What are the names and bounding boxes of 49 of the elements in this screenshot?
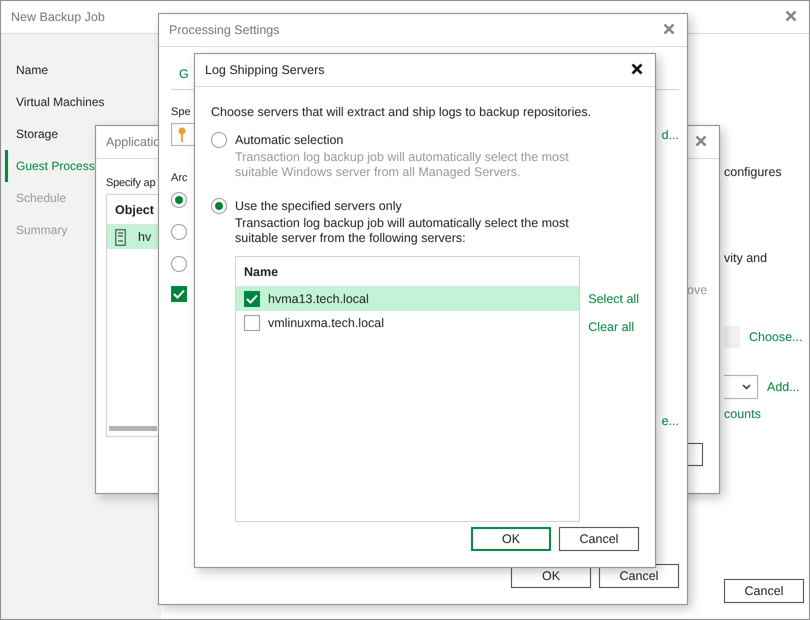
option-description: Transaction log backup job will automatically select the most suitable Windows server from all Managed Servers. [235, 150, 570, 180]
field-label: Spe [171, 106, 191, 118]
scrollbar[interactable] [109, 426, 157, 431]
cancel-button[interactable]: Cancel [724, 579, 804, 603]
close-icon [631, 63, 643, 75]
close-icon [695, 135, 707, 147]
radio-button[interactable] [171, 192, 187, 208]
description-text: vity and [724, 251, 768, 265]
radio-option[interactable]: Automatic selection [211, 132, 639, 148]
checkmark-icon [246, 294, 258, 304]
window-title: Applicatio [106, 135, 160, 149]
section-label: Arc [171, 172, 188, 184]
dropdown[interactable] [724, 375, 758, 399]
radio-button[interactable] [171, 224, 187, 240]
checkbox[interactable] [244, 291, 260, 307]
clear-all-link[interactable]: Clear all [588, 320, 639, 334]
instruction-text: Specify ap [106, 177, 156, 189]
close-button[interactable] [631, 63, 645, 77]
text-field[interactable] [724, 326, 740, 348]
wizard-step[interactable]: Virtual Machines [5, 86, 106, 118]
add-link[interactable]: Add... [767, 380, 800, 394]
accounts-link[interactable]: counts [724, 407, 761, 421]
server-icon [115, 228, 126, 246]
hint-text: ove [687, 283, 708, 297]
dialog-title: Log Shipping Servers [205, 63, 325, 77]
instruction-text: Choose servers that will extract and ship logs to backup repositories. [211, 105, 592, 119]
radio-button[interactable] [211, 132, 227, 148]
tab[interactable]: G [179, 67, 189, 89]
description-text: configures [724, 165, 782, 179]
key-icon [178, 126, 186, 142]
choose-link[interactable]: Choose... [749, 330, 803, 344]
cancel-button[interactable]: Cancel [559, 527, 639, 551]
select-all-link[interactable]: Select all [588, 292, 639, 306]
window-title: Processing Settings [169, 23, 280, 37]
ok-button[interactable]: OK [471, 527, 551, 551]
checkbox[interactable] [171, 286, 187, 302]
radio-button[interactable] [211, 198, 227, 214]
radio-button[interactable] [171, 256, 187, 272]
close-icon [785, 10, 797, 22]
checkmark-icon [173, 289, 185, 299]
add-link[interactable]: d... [662, 128, 679, 142]
server-row[interactable]: hvma13.tech.local [236, 287, 580, 311]
link[interactable]: e... [662, 414, 679, 428]
checkbox[interactable] [244, 315, 260, 331]
wizard-step[interactable]: Storage [5, 118, 60, 150]
window-title: New Backup Job [11, 10, 105, 24]
chevron-down-icon [742, 384, 751, 390]
wizard-step[interactable]: Name [5, 54, 50, 86]
close-icon [663, 23, 675, 35]
